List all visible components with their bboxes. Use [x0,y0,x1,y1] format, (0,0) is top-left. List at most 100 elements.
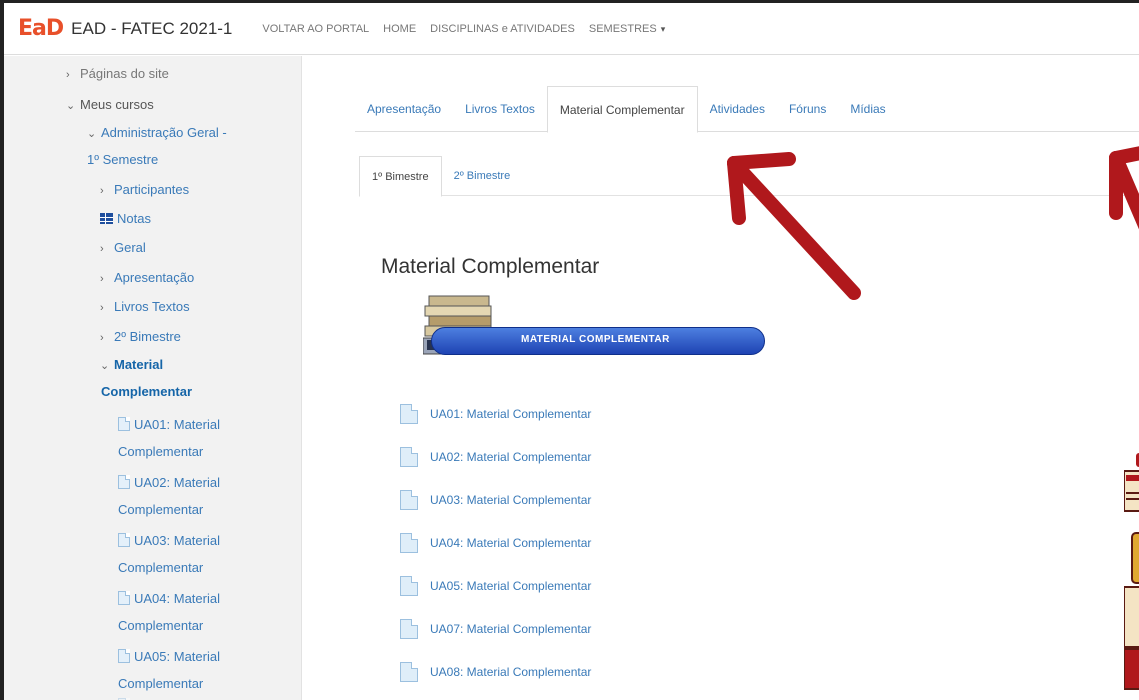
sidebar-item-ua02-line2[interactable]: Complementar [118,502,203,518]
tab-bimestre-2[interactable]: 2º Bimestre [442,156,523,195]
sidebar-item-ua03-line2[interactable]: Complementar [118,560,203,576]
sidebar-item-label: UA02: Material [134,475,220,490]
file-icon [400,404,418,424]
nav-link-semestres-label: SEMESTRES [588,22,657,35]
sidebar-nav: › Páginas do site ⌄ Meus cursos ⌄ Administr… [4,56,302,700]
chevron-right-icon: › [100,273,104,285]
list-item[interactable]: UA07: Material Complementar [400,619,591,639]
red-arrow-icon [727,152,861,300]
sidebar-item-label: Geral [114,240,146,255]
sidebar-item-label: UA04: Material [134,591,220,606]
list-item-label: UA04: Material Complementar [430,536,592,550]
tab-atividades[interactable]: Atividades [698,86,777,131]
red-arrow-icon [1109,146,1139,230]
sidebar-item-livros[interactable]: › Livros Textos [100,299,190,316]
sidebar-item-paginas[interactable]: › Páginas do site [66,66,169,83]
file-icon [118,475,130,489]
book-stack-illustration [1124,453,1139,690]
sidebar-item-course[interactable]: ⌄ Administração Geral - [87,125,227,142]
sidebar-item-participantes[interactable]: › Participantes [100,182,189,199]
file-icon [400,619,418,639]
sidebar-item-notas[interactable]: Notas [100,211,151,227]
file-icon [400,490,418,510]
sidebar-item-material-line2[interactable]: Complementar [101,384,192,400]
list-item[interactable]: UA02: Material Complementar [400,447,591,467]
sidebar-item-geral[interactable]: › Geral [100,240,146,257]
sidebar-item-bimestre2[interactable]: › 2º Bimestre [100,329,181,346]
list-item-label: UA03: Material Complementar [430,493,592,507]
tab-midias[interactable]: Mídias [838,86,897,131]
nav-links: VOLTAR AO PORTAL HOME DISCIPLINAS e ATIV… [262,23,665,35]
list-item[interactable]: UA08: Material Complementar [400,662,591,682]
chevron-right-icon: › [100,185,104,197]
course-tabs: Apresentação Livros Textos Material Comp… [355,86,1139,133]
banner-label: MATERIAL COMPLEMENTAR [521,334,670,345]
file-icon [400,447,418,467]
ead-logo-icon: EaD [18,16,64,41]
tab-material-complementar[interactable]: Material Complementar [546,86,698,133]
sidebar-item-ua02[interactable]: UA02: Material [118,475,220,491]
sidebar-item-label: 2º Bimestre [114,329,181,344]
sidebar-item-label: UA03: Material [134,533,220,548]
list-item[interactable]: UA04: Material Complementar [400,533,591,553]
sidebar-item-label: Participantes [114,182,190,197]
file-icon [118,591,130,605]
list-item[interactable]: UA05: Material Complementar [400,576,591,596]
file-icon [400,662,418,682]
tab-livros-textos[interactable]: Livros Textos [453,86,547,131]
chevron-down-icon: ⌄ [87,128,97,140]
page-title: Material Complementar [381,255,600,278]
sidebar-item-label: Notas [117,211,151,226]
app-frame: EaD EAD - FATEC 2021-1 VOLTAR AO PORTAL … [0,0,1139,700]
sidebar-item-course-line2[interactable]: 1º Semestre [87,152,158,168]
sidebar-item-label: Meus cursos [80,97,154,112]
sidebar-item-label: Páginas do site [80,66,169,81]
chevron-right-icon: › [66,69,70,81]
sidebar-item-ua01-line2[interactable]: Complementar [118,444,203,460]
list-item-label: UA05: Material Complementar [430,579,592,593]
list-item-label: UA08: Material Complementar [430,665,592,679]
file-icon [400,533,418,553]
file-icon [118,533,130,547]
nav-link-semestres[interactable]: SEMESTRES ▾ [589,23,665,35]
sidebar-item-label: Material [114,357,164,372]
nav-link-voltar[interactable]: VOLTAR AO PORTAL [262,23,369,35]
chevron-right-icon: › [100,332,104,344]
nav-link-home[interactable]: HOME [383,23,416,35]
list-item[interactable]: UA03: Material Complementar [400,490,591,510]
sidebar-item-label: Administração Geral - [101,125,227,140]
top-navbar: EaD EAD - FATEC 2021-1 VOLTAR AO PORTAL … [4,3,1139,55]
sidebar-item-label: UA01: Material [134,417,220,432]
site-logo[interactable]: EaD EAD - FATEC 2021-1 [18,16,232,41]
list-item[interactable]: UA01: Material Complementar [400,404,591,424]
sidebar-item-ua04-line2[interactable]: Complementar [118,618,203,634]
file-icon [118,649,130,663]
sidebar-item-label: UA05: Material [134,649,220,664]
file-icon [400,576,418,596]
tab-bimestre-1[interactable]: 1º Bimestre [359,156,442,197]
sidebar-item-material[interactable]: ⌄ Material [100,357,163,374]
sidebar-item-ua05[interactable]: UA05: Material [118,649,220,665]
list-item-label: UA02: Material Complementar [430,450,592,464]
chevron-right-icon: › [100,243,104,255]
sidebar-item-label: Livros Textos [114,299,190,314]
chevron-down-icon: ⌄ [66,100,76,112]
sidebar-item-ua04[interactable]: UA04: Material [118,591,220,607]
file-icon [118,417,130,431]
sidebar-item-meus-cursos[interactable]: ⌄ Meus cursos [66,97,154,114]
chevron-down-icon: ▾ [660,23,666,34]
site-title: EAD - FATEC 2021-1 [71,18,233,38]
chevron-down-icon: ⌄ [100,360,110,372]
sidebar-item-ua01[interactable]: UA01: Material [118,417,220,433]
sidebar-item-label: Apresentação [114,270,195,285]
nav-link-disciplinas[interactable]: DISCIPLINAS e ATIVIDADES [430,23,575,35]
chevron-right-icon: › [100,302,104,314]
tab-foruns[interactable]: Fóruns [777,86,838,131]
sidebar-item-ua03[interactable]: UA03: Material [118,533,220,549]
sidebar-item-ua05-line2[interactable]: Complementar [118,676,203,692]
tab-apresentacao[interactable]: Apresentação [355,86,453,131]
material-banner: MATERIAL COMPLEMENTAR [423,294,767,364]
table-icon [100,213,113,224]
list-item-label: UA01: Material Complementar [430,407,592,421]
sidebar-item-apresentacao[interactable]: › Apresentação [100,270,194,287]
